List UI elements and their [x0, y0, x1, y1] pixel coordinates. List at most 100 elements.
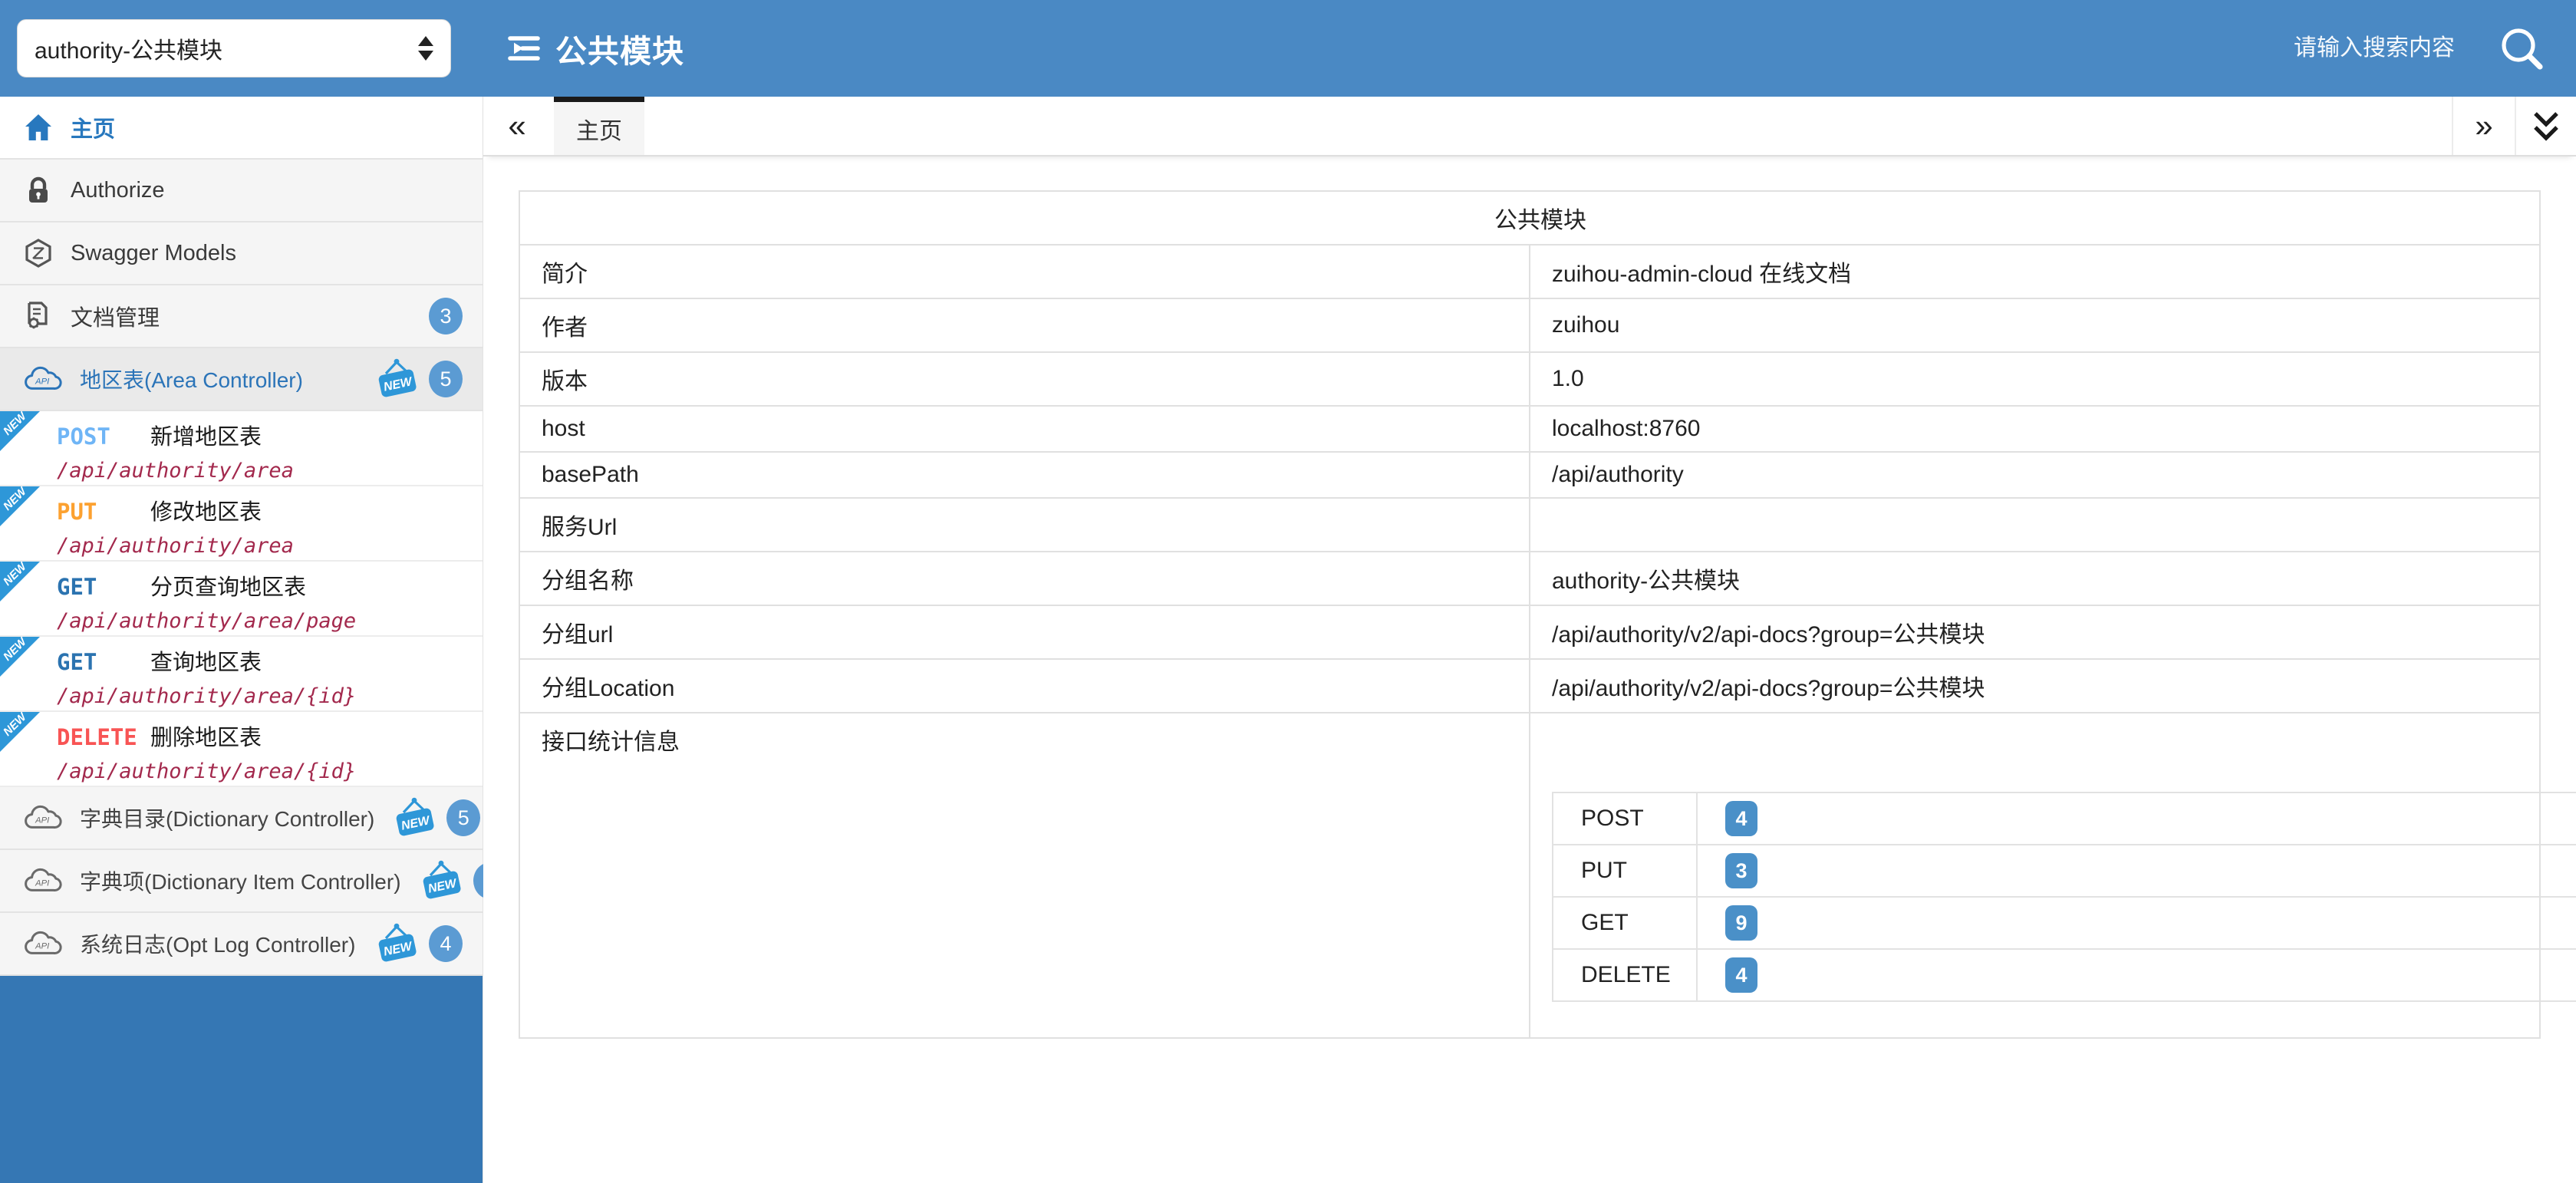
doc-content: 公共模块 简介 zuihou-admin-cloud 在线文档 作者 zuiho… [483, 157, 2576, 1183]
row-value: localhost:8760 [1530, 406, 2540, 452]
row-value: zuihou [1530, 298, 2540, 352]
row-value: /api/authority/v2/api-docs?group=公共模块 [1530, 605, 2540, 659]
tab-scroll-left-icon[interactable]: « [483, 97, 551, 155]
hexagon-model-icon [23, 238, 54, 269]
row-label: 作者 [519, 298, 1530, 352]
tab-bar: « 主页 » [483, 97, 2576, 157]
lock-icon [23, 175, 54, 206]
api-stats-table: POST 4 PUT 3 GET 9 [1552, 792, 2576, 1002]
search-input[interactable] [2179, 35, 2455, 61]
endpoint-list: NEW POST 新增地区表 /api/authority/area NEW P… [0, 411, 483, 787]
stats-row: GET 9 [1553, 897, 2576, 949]
sidebar-item-label: 主页 [71, 111, 115, 143]
sidebar-item-label: 字典项(Dictionary Item Controller) [80, 865, 401, 896]
home-icon [23, 112, 54, 143]
group-select[interactable]: authority-公共模块 [17, 19, 451, 77]
sidebar-item-label: 字典目录(Dictionary Controller) [80, 802, 374, 833]
svg-text:API: API [35, 377, 49, 387]
sidebar-item-authorize[interactable]: Authorize [0, 160, 483, 222]
row-label: basePath [519, 452, 1530, 498]
count-badge: 5 [429, 361, 463, 397]
table-row: basePath /api/authority [519, 452, 2540, 498]
cloud-api-icon: API [23, 365, 63, 393]
tab-scroll-right-icon[interactable]: » [2452, 97, 2515, 155]
row-value: 1.0 [1530, 352, 2540, 406]
endpoint-update-area[interactable]: NEW PUT 修改地区表 /api/authority/area [0, 486, 483, 562]
header-bar: authority-公共模块 公共模块 [0, 0, 2576, 97]
search-area [2179, 25, 2545, 72]
endpoint-add-area[interactable]: NEW POST 新增地区表 /api/authority/area [0, 411, 483, 486]
svg-text:API: API [35, 942, 49, 951]
cloud-api-icon: API [23, 867, 63, 895]
method-badge: DELETE [57, 724, 150, 750]
module-info-table: 公共模块 简介 zuihou-admin-cloud 在线文档 作者 zuiho… [519, 190, 2541, 1039]
row-value: authority-公共模块 [1530, 552, 2540, 605]
row-label: 简介 [519, 245, 1530, 298]
svg-text:API: API [35, 816, 49, 825]
method-badge: GET [57, 649, 150, 675]
table-row: 分组url /api/authority/v2/api-docs?group=公… [519, 605, 2540, 659]
endpoint-delete-area[interactable]: NEW DELETE 删除地区表 /api/authority/area/{id… [0, 712, 483, 787]
row-label: 分组Location [519, 659, 1530, 713]
endpoint-name: 查询地区表 [150, 644, 262, 677]
new-sign-icon: NEW [418, 859, 466, 902]
table-row: 作者 zuihou [519, 298, 2540, 352]
endpoint-path: /api/authority/area [57, 459, 475, 483]
endpoint-get-area[interactable]: NEW GET 查询地区表 /api/authority/area/{id} [0, 637, 483, 712]
stats-method: DELETE [1553, 949, 1697, 1001]
table-row: host localhost:8760 [519, 406, 2540, 452]
stats-method: GET [1553, 897, 1697, 949]
endpoint-path: /api/authority/area/{id} [57, 684, 475, 708]
table-row: 分组Location /api/authority/v2/api-docs?gr… [519, 659, 2540, 713]
row-label: 分组名称 [519, 552, 1530, 605]
row-value: zuihou-admin-cloud 在线文档 [1530, 245, 2540, 298]
svg-text:API: API [35, 879, 49, 888]
document-gear-icon [23, 301, 54, 331]
sidebar-item-label: 系统日志(Opt Log Controller) [80, 928, 355, 959]
new-sign-icon: NEW [374, 358, 421, 400]
row-label: host [519, 406, 1530, 452]
sidebar-item-label: 地区表(Area Controller) [80, 364, 303, 394]
api-stats-row: 接口统计信息 POST 4 PUT 3 [519, 713, 2540, 1038]
sidebar-item-home[interactable]: 主页 [0, 97, 483, 160]
swagger-doc-page: authority-公共模块 公共模块 [0, 0, 2576, 1183]
count-badge: 4 [429, 925, 463, 962]
table-title: 公共模块 [519, 191, 2540, 245]
stats-row: POST 4 [1553, 793, 2576, 845]
header-title-wrap: 公共模块 [506, 25, 684, 71]
cloud-api-icon: API [23, 930, 63, 957]
stats-method: POST [1553, 793, 1697, 845]
sidebar-item-swagger-models[interactable]: Swagger Models [0, 222, 483, 285]
stats-row: PUT 3 [1553, 845, 2576, 897]
endpoint-path: /api/authority/area/{id} [57, 760, 475, 783]
table-row: 服务Url [519, 498, 2540, 552]
stats-method: PUT [1553, 845, 1697, 897]
method-badge: POST [57, 423, 150, 450]
sidebar-item-dictionary-item-controller[interactable]: API 字典项(Dictionary Item Controller) NEW [0, 850, 483, 913]
endpoint-name: 新增地区表 [150, 419, 262, 451]
stats-count-badge: 4 [1725, 801, 1757, 836]
tab-home[interactable]: 主页 [554, 97, 644, 155]
group-select-value: authority-公共模块 [35, 31, 222, 65]
sidebar-item-opt-log-controller[interactable]: API 系统日志(Opt Log Controller) NEW [0, 913, 483, 976]
method-badge: GET [57, 574, 150, 600]
search-icon[interactable] [2498, 25, 2545, 72]
select-spinner-icon [418, 36, 433, 61]
tab-spacer [644, 97, 2452, 155]
sidebar-item-dictionary-controller[interactable]: API 字典目录(Dictionary Controller) NEW [0, 787, 483, 850]
row-label: 版本 [519, 352, 1530, 406]
endpoint-name: 删除地区表 [150, 720, 262, 752]
row-value: /api/authority/v2/api-docs?group=公共模块 [1530, 659, 2540, 713]
menu-lines-icon [506, 31, 542, 66]
stats-row: DELETE 4 [1553, 949, 2576, 1001]
table-title-row: 公共模块 [519, 191, 2540, 245]
row-label: 接口统计信息 [519, 713, 1530, 1038]
collapse-tabs-icon[interactable] [2515, 97, 2576, 155]
api-stats-cell: POST 4 PUT 3 GET 9 [1530, 713, 2540, 1038]
sidebar-item-area-controller[interactable]: API 地区表(Area Controller) NEW [0, 348, 483, 411]
row-value: /api/authority [1530, 452, 2540, 498]
endpoint-page-area[interactable]: NEW GET 分页查询地区表 /api/authority/area/page [0, 562, 483, 637]
sidebar-item-doc-manage[interactable]: 文档管理 3 [0, 285, 483, 348]
row-label: 服务Url [519, 498, 1530, 552]
endpoint-path: /api/authority/area [57, 534, 475, 558]
